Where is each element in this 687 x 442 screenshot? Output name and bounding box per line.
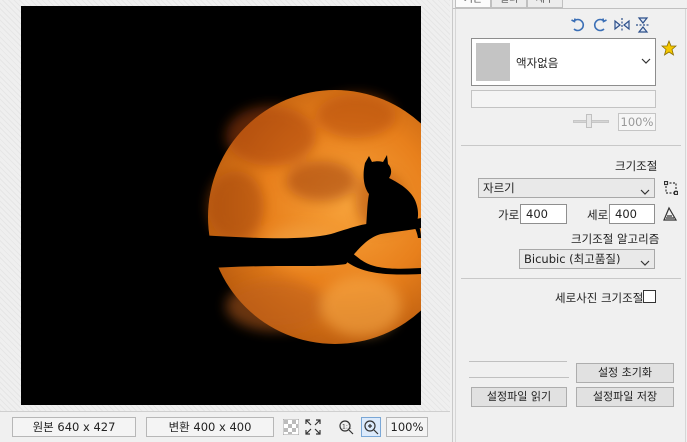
transparency-grid-icon[interactable] <box>281 417 301 437</box>
zoom-actual-icon[interactable]: 1:1 <box>336 417 356 437</box>
crop-frame-icon[interactable] <box>662 179 680 197</box>
progress-line <box>469 361 567 362</box>
resize-mode-select[interactable]: 자르기 <box>478 178 655 198</box>
tab-basic[interactable]: 기본 <box>455 0 491 8</box>
resize-mode-value: 자르기 <box>483 181 515 195</box>
load-settings-button[interactable]: 설정파일 읽기 <box>471 387 567 407</box>
chevron-down-icon <box>640 183 650 201</box>
zoom-level-display: 100% <box>386 417 428 437</box>
chevron-down-icon <box>640 254 650 272</box>
resize-section-title: 크기조절 <box>615 159 658 173</box>
frame-selected-label: 액자없음 <box>516 56 559 70</box>
section-divider <box>461 145 681 146</box>
height-input[interactable]: 400 <box>609 204 655 224</box>
opacity-value: 100% <box>618 113 656 131</box>
tab-detail[interactable]: 세부 <box>527 0 563 8</box>
original-size-label: 원본 640 x 427 <box>12 417 136 437</box>
reset-settings-button[interactable]: 설정 초기화 <box>576 363 674 383</box>
width-input[interactable]: 400 <box>520 204 567 224</box>
flip-horizontal-icon[interactable] <box>613 16 631 34</box>
status-bar: 원본 640 x 427 변환 400 x 400 1:1 100% <box>0 411 450 442</box>
chevron-down-icon <box>641 55 651 68</box>
frame-option-field <box>471 90 656 108</box>
zoom-fit-icon[interactable] <box>361 417 381 437</box>
preview-image[interactable] <box>21 6 421 405</box>
algorithm-title: 크기조절 알고리즘 <box>571 232 660 246</box>
settings-panel: 기본 필터 세부 <box>452 0 687 442</box>
image-canvas-area <box>0 0 450 411</box>
algorithm-select[interactable]: Bicubic (최고품질) <box>519 249 655 269</box>
height-label: 세로 <box>587 208 609 222</box>
frame-thumbnail <box>476 43 510 81</box>
tab-filter[interactable]: 필터 <box>491 0 527 8</box>
section-divider <box>461 278 681 279</box>
rotate-left-icon[interactable] <box>569 16 587 34</box>
tab-content-basic: 액자없음 100% 크기조절 자르기 가로 400 세로 400 크기조절 알고… <box>455 9 686 442</box>
progress-line <box>469 377 569 378</box>
sharpen-icon[interactable] <box>661 205 679 223</box>
opacity-slider-thumb[interactable] <box>586 114 592 128</box>
portrait-resize-label: 세로사진 크기조절 <box>555 291 644 305</box>
portrait-resize-checkbox[interactable] <box>643 290 656 303</box>
save-settings-button[interactable]: 설정파일 저장 <box>576 387 674 407</box>
fit-screen-icon[interactable] <box>303 417 323 437</box>
svg-text:1:1: 1:1 <box>342 424 352 431</box>
algorithm-value: Bicubic (최고품질) <box>524 252 621 266</box>
favorite-star-icon[interactable] <box>660 39 678 57</box>
rotate-right-icon[interactable] <box>591 16 609 34</box>
width-label: 가로 <box>498 208 520 222</box>
frame-selector[interactable]: 액자없음 <box>471 38 656 86</box>
converted-size-label: 변환 400 x 400 <box>146 417 274 437</box>
flip-vertical-icon[interactable] <box>634 16 652 34</box>
